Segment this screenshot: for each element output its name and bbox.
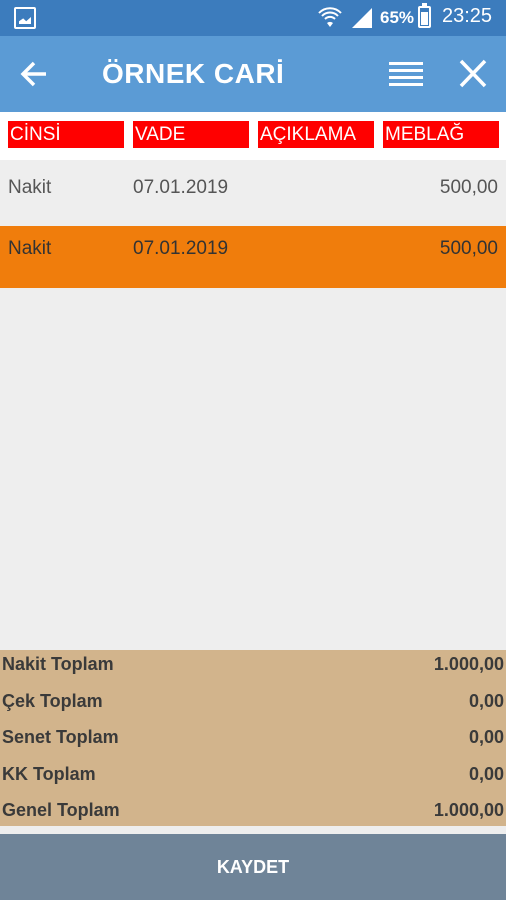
battery-icon	[418, 3, 431, 28]
table-row[interactable]: Nakit 07.01.2019 500,00	[0, 160, 506, 224]
total-label: KK Toplam	[2, 763, 96, 784]
cell-cinsi: Nakit	[8, 238, 52, 259]
total-row-kk: KK Toplam 0,00	[0, 760, 506, 797]
signal-icon	[352, 8, 372, 28]
cell-vade: 07.01.2019	[133, 177, 229, 198]
cell-meblag: 500,00	[439, 177, 498, 198]
total-label: Çek Toplam	[2, 690, 103, 711]
cell-meblag: 500,00	[439, 238, 498, 259]
gallery-icon	[14, 7, 36, 29]
save-button[interactable]: KAYDET	[0, 834, 506, 900]
header-cinsi[interactable]: CİNSİ	[8, 121, 124, 148]
totals-panel: Nakit Toplam 1.000,00 Çek Toplam 0,00 Se…	[0, 650, 506, 826]
clock: 23:25	[442, 5, 493, 27]
total-row-genel: Genel Toplam 1.000,00	[0, 796, 506, 833]
cell-cinsi: Nakit	[8, 177, 52, 198]
total-value: 0,00	[468, 763, 504, 784]
header-vade[interactable]: VADE	[133, 121, 249, 148]
total-value: 0,00	[468, 690, 504, 711]
app-bar: ÖRNEK CARİ	[0, 36, 506, 112]
total-label: Genel Toplam	[2, 800, 120, 821]
battery-percent: 65%	[380, 8, 415, 27]
total-row-senet: Senet Toplam 0,00	[0, 723, 506, 760]
total-value: 0,00	[468, 727, 504, 748]
back-arrow-icon[interactable]	[16, 56, 52, 92]
menu-lines-icon[interactable]	[386, 56, 426, 92]
table-row-selected[interactable]: Nakit 07.01.2019 500,00	[0, 226, 506, 288]
payment-list: Nakit 07.01.2019 500,00 Nakit 07.01.2019…	[0, 160, 506, 288]
page-title: ÖRNEK CARİ	[102, 58, 285, 89]
total-value: 1.000,00	[433, 654, 504, 674]
total-label: Nakit Toplam	[2, 654, 114, 674]
total-row-nakit: Nakit Toplam 1.000,00	[0, 650, 506, 687]
cell-vade: 07.01.2019	[133, 238, 229, 259]
header-aciklama[interactable]: AÇIKLAMA	[258, 121, 374, 148]
close-icon[interactable]	[454, 56, 492, 92]
wifi-icon	[318, 7, 342, 27]
table-header: CİNSİ VADE AÇIKLAMA MEBLAĞ	[0, 112, 506, 160]
status-bar: 65% 23:25	[0, 0, 506, 36]
total-label: Senet Toplam	[2, 727, 119, 748]
total-value: 1.000,00	[433, 800, 504, 821]
header-meblag[interactable]: MEBLAĞ	[383, 121, 499, 148]
total-row-cek: Çek Toplam 0,00	[0, 687, 506, 724]
